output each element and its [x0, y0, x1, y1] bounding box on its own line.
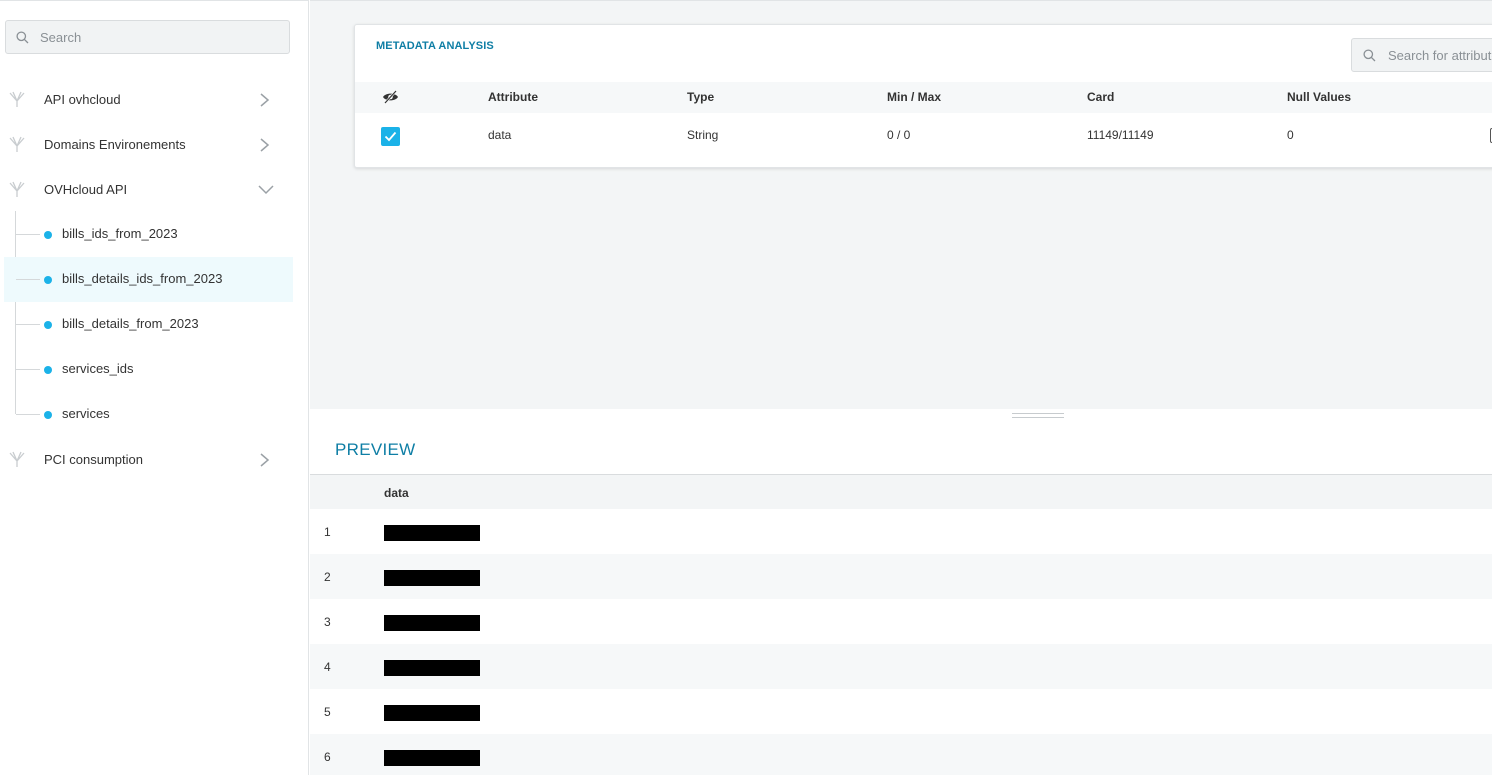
preview-column-header[interactable]: data: [384, 486, 409, 500]
tree-branch-line: [16, 279, 40, 280]
column-header-card[interactable]: Card: [1087, 90, 1114, 104]
connector-icon: [9, 136, 25, 152]
redacted-value: [384, 705, 480, 721]
attribute-search-input[interactable]: [1388, 47, 1492, 63]
column-header-attribute[interactable]: Attribute: [488, 90, 538, 104]
status-dot: [44, 321, 52, 329]
table-row: 3: [310, 599, 1492, 644]
table-row: 4: [310, 644, 1492, 689]
redacted-value: [384, 615, 480, 631]
sidebar-search-input[interactable]: [40, 29, 270, 45]
tree-group-label: OVHcloud API: [44, 182, 128, 197]
cell-type: String: [687, 128, 719, 142]
connector-icon: [9, 91, 25, 107]
main-panel: METADATA ANALYSIS Attribute Type Min / M…: [310, 0, 1492, 775]
tree-branch-line: [16, 414, 40, 415]
chevron-right-icon[interactable]: [258, 92, 272, 108]
column-header-type[interactable]: Type: [687, 90, 714, 104]
row-index: 1: [324, 525, 331, 539]
checkmark-icon: [384, 131, 397, 142]
sidebar: API ovhcloud Domains Environements OVHcl…: [0, 0, 309, 775]
metadata-area: METADATA ANALYSIS Attribute Type Min / M…: [310, 0, 1492, 409]
tree-leaf-bills-details-from-2023[interactable]: bills_details_from_2023: [4, 302, 293, 347]
column-header-null-values[interactable]: Null Values: [1287, 90, 1351, 104]
table-row: 5: [310, 689, 1492, 734]
metadata-title: METADATA ANALYSIS: [376, 40, 494, 52]
connector-icon: [9, 181, 25, 197]
chevron-down-icon[interactable]: [258, 182, 274, 196]
row-index: 5: [324, 705, 331, 719]
tree-group-label: API ovhcloud: [44, 92, 121, 107]
status-dot: [44, 276, 52, 284]
row-index: 2: [324, 570, 331, 584]
tree-leaf-bills-details-ids-from-2023[interactable]: bills_details_ids_from_2023: [4, 257, 293, 302]
preview-table: data 1 2 3 4 5 6: [310, 474, 1492, 775]
tree-leaf-label: bills_details_from_2023: [62, 316, 199, 331]
tree-group-label: PCI consumption: [44, 452, 143, 467]
cell-card: 11149/11149: [1087, 128, 1154, 142]
tree-group-label: Domains Environements: [44, 137, 186, 152]
connector-icon: [9, 451, 25, 467]
row-index: 3: [324, 615, 331, 629]
tree-leaf-label: bills_ids_from_2023: [62, 226, 178, 241]
tree-leaf-label: services_ids: [62, 361, 134, 376]
search-icon: [16, 30, 29, 43]
eye-off-icon[interactable]: [382, 90, 399, 104]
tree-branch-line: [16, 234, 40, 235]
status-dot: [44, 231, 52, 239]
column-header-minmax[interactable]: Min / Max: [887, 90, 941, 104]
redacted-value: [384, 525, 480, 541]
tree-group-domains-environements[interactable]: Domains Environements: [0, 122, 309, 167]
chevron-right-icon[interactable]: [258, 137, 272, 153]
attribute-search[interactable]: [1351, 38, 1492, 72]
preview-title: PREVIEW: [335, 440, 416, 459]
tree-leaf-bills-ids-from-2023[interactable]: bills_ids_from_2023: [4, 212, 293, 257]
tree-leaf-label: services: [62, 406, 110, 421]
sidebar-search[interactable]: [5, 20, 290, 54]
cell-null-values: 0: [1287, 128, 1294, 142]
tree-group-pci-consumption[interactable]: PCI consumption: [0, 437, 309, 482]
search-icon: [1363, 48, 1376, 61]
preview-table-header: data: [310, 475, 1492, 509]
row-index: 4: [324, 660, 331, 674]
table-row: 1: [310, 509, 1492, 554]
metadata-table-header: Attribute Type Min / Max Card Null Value…: [355, 82, 1492, 113]
row-index: 6: [324, 750, 331, 764]
tree-branch-line: [16, 369, 40, 370]
table-row: 2: [310, 554, 1492, 599]
cell-attribute: data: [488, 128, 512, 142]
redacted-value: [384, 660, 480, 676]
cell-minmax: 0 / 0: [887, 128, 911, 142]
chevron-right-icon[interactable]: [258, 452, 272, 468]
panel-resize-handle[interactable]: [1012, 413, 1064, 418]
tree-leaf-services[interactable]: services: [4, 392, 293, 437]
metadata-card: METADATA ANALYSIS Attribute Type Min / M…: [354, 24, 1492, 168]
tree-leaf-label: bills_details_ids_from_2023: [62, 271, 223, 286]
status-dot: [44, 411, 52, 419]
tree-leaf-services-ids[interactable]: services_ids: [4, 347, 293, 392]
visibility-checkbox[interactable]: [381, 127, 400, 146]
redacted-value: [384, 570, 480, 586]
table-row: 6: [310, 734, 1492, 775]
tree-group-api-ovhcloud[interactable]: API ovhcloud: [0, 77, 309, 122]
status-dot: [44, 366, 52, 374]
tree-group-ovhcloud-api[interactable]: OVHcloud API: [0, 167, 309, 212]
redacted-value: [384, 750, 480, 766]
metadata-row: data String 0 / 0 11149/11149 0: [355, 113, 1492, 159]
tree-branch-line: [16, 324, 40, 325]
